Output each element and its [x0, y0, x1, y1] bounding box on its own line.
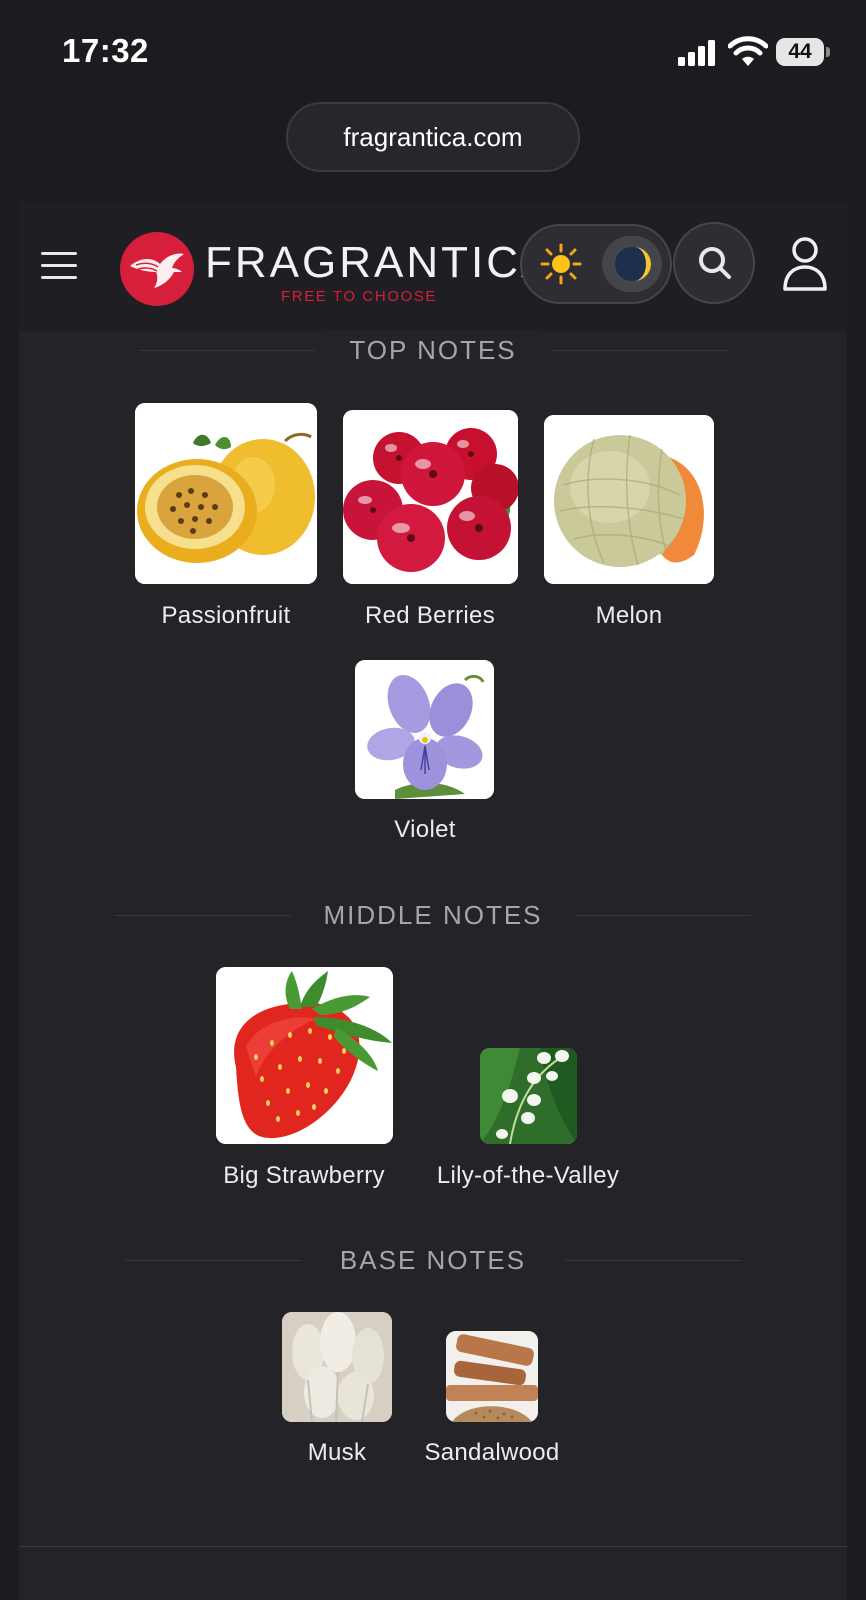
- note-name[interactable]: Lily-of-the-Valley: [413, 1162, 643, 1190]
- divider: [19, 1546, 847, 1547]
- hummingbird-logo[interactable]: [120, 232, 194, 306]
- cellular-signal-icon: [678, 40, 715, 66]
- sun-icon[interactable]: [540, 243, 582, 285]
- user-icon[interactable]: [782, 236, 828, 292]
- violet-image[interactable]: [355, 660, 494, 799]
- note-name[interactable]: Violet: [325, 816, 525, 844]
- red-berries-image[interactable]: [343, 410, 518, 584]
- note-name[interactable]: Melon: [529, 602, 729, 630]
- middle-notes-heading: MIDDLE NOTES: [19, 895, 847, 935]
- status-time: 17:32: [62, 32, 149, 69]
- sandalwood-image[interactable]: [446, 1331, 538, 1422]
- url-bar[interactable]: fragrantica.com: [286, 102, 580, 172]
- big-strawberry-image[interactable]: [216, 967, 393, 1144]
- status-bar: 17:32 44: [0, 0, 866, 100]
- search-icon[interactable]: [696, 244, 734, 282]
- lily-of-the-valley-image[interactable]: [480, 1048, 577, 1144]
- note-name[interactable]: Red Berries: [330, 602, 530, 630]
- melon-image[interactable]: [544, 415, 714, 584]
- web-page: FRAGRANTICA FREE TO CHOOSE TOP NOTES Pas…: [19, 202, 847, 1600]
- musk-image[interactable]: [282, 1312, 392, 1422]
- section-title: TOP NOTES: [327, 330, 539, 370]
- theme-toggle[interactable]: [520, 224, 672, 304]
- note-name[interactable]: Big Strawberry: [204, 1162, 404, 1190]
- battery-level: 44: [776, 38, 824, 66]
- moon-icon[interactable]: [612, 244, 652, 284]
- dark-mode-knob[interactable]: [602, 236, 662, 292]
- section-title: MIDDLE NOTES: [301, 895, 565, 935]
- section-title: BASE NOTES: [317, 1240, 549, 1280]
- base-notes-heading: BASE NOTES: [19, 1240, 847, 1280]
- logo-text[interactable]: FRAGRANTICA: [205, 238, 553, 288]
- passionfruit-image[interactable]: [135, 403, 317, 584]
- search-button[interactable]: [673, 222, 755, 304]
- hamburger-menu-icon[interactable]: [41, 252, 77, 280]
- site-header: FRAGRANTICA FREE TO CHOOSE: [19, 202, 847, 332]
- wifi-icon: [728, 36, 768, 66]
- logo-tagline: FREE TO CHOOSE: [281, 288, 438, 305]
- top-notes-heading: TOP NOTES: [19, 330, 847, 370]
- battery-icon: 44: [776, 38, 832, 68]
- note-name[interactable]: Passionfruit: [135, 602, 317, 630]
- note-name[interactable]: Sandalwood: [392, 1439, 592, 1467]
